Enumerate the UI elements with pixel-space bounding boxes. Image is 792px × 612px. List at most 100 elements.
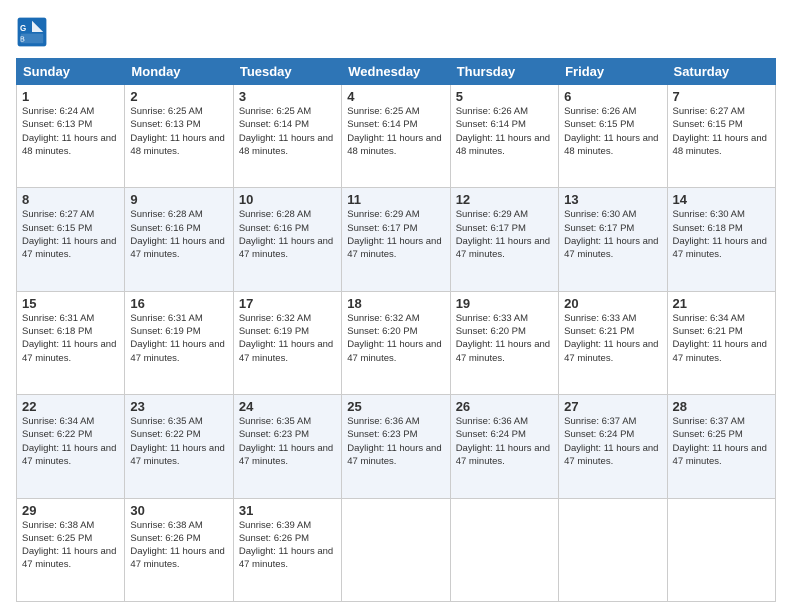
sunset-label: Sunset: 6:22 PM: [22, 429, 92, 440]
day-info: Sunrise: 6:35 AM Sunset: 6:23 PM Dayligh…: [239, 415, 336, 468]
daylight-label: Daylight: 11 hours and 47 minutes.: [456, 443, 550, 467]
calendar-cell: 25 Sunrise: 6:36 AM Sunset: 6:23 PM Dayl…: [342, 395, 450, 498]
day-info: Sunrise: 6:35 AM Sunset: 6:22 PM Dayligh…: [130, 415, 227, 468]
day-info: Sunrise: 6:27 AM Sunset: 6:15 PM Dayligh…: [22, 208, 119, 261]
calendar-cell: [450, 498, 558, 601]
day-number: 29: [22, 503, 119, 518]
calendar-cell: 24 Sunrise: 6:35 AM Sunset: 6:23 PM Dayl…: [233, 395, 341, 498]
day-number: 15: [22, 296, 119, 311]
sunrise-label: Sunrise: 6:30 AM: [673, 209, 745, 220]
day-number: 8: [22, 192, 119, 207]
calendar-cell: 9 Sunrise: 6:28 AM Sunset: 6:16 PM Dayli…: [125, 188, 233, 291]
sunrise-label: Sunrise: 6:26 AM: [564, 106, 636, 117]
weekday-header-thursday: Thursday: [450, 59, 558, 85]
daylight-label: Daylight: 11 hours and 47 minutes.: [239, 339, 333, 363]
calendar-cell: [667, 498, 775, 601]
logo: G B: [16, 16, 52, 48]
day-number: 11: [347, 192, 444, 207]
weekday-header-saturday: Saturday: [667, 59, 775, 85]
daylight-label: Daylight: 11 hours and 48 minutes.: [130, 133, 224, 157]
day-number: 20: [564, 296, 661, 311]
calendar-cell: 8 Sunrise: 6:27 AM Sunset: 6:15 PM Dayli…: [17, 188, 125, 291]
sunrise-label: Sunrise: 6:34 AM: [673, 313, 745, 324]
daylight-label: Daylight: 11 hours and 47 minutes.: [130, 546, 224, 570]
day-number: 28: [673, 399, 770, 414]
daylight-label: Daylight: 11 hours and 48 minutes.: [239, 133, 333, 157]
sunrise-label: Sunrise: 6:30 AM: [564, 209, 636, 220]
daylight-label: Daylight: 11 hours and 48 minutes.: [456, 133, 550, 157]
daylight-label: Daylight: 11 hours and 47 minutes.: [239, 236, 333, 260]
day-info: Sunrise: 6:28 AM Sunset: 6:16 PM Dayligh…: [239, 208, 336, 261]
calendar-cell: 23 Sunrise: 6:35 AM Sunset: 6:22 PM Dayl…: [125, 395, 233, 498]
day-info: Sunrise: 6:26 AM Sunset: 6:15 PM Dayligh…: [564, 105, 661, 158]
sunset-label: Sunset: 6:17 PM: [456, 223, 526, 234]
calendar-cell: 30 Sunrise: 6:38 AM Sunset: 6:26 PM Dayl…: [125, 498, 233, 601]
sunset-label: Sunset: 6:22 PM: [130, 429, 200, 440]
sunrise-label: Sunrise: 6:25 AM: [130, 106, 202, 117]
calendar-cell: 17 Sunrise: 6:32 AM Sunset: 6:19 PM Dayl…: [233, 291, 341, 394]
sunset-label: Sunset: 6:16 PM: [239, 223, 309, 234]
sunset-label: Sunset: 6:25 PM: [673, 429, 743, 440]
calendar-cell: 27 Sunrise: 6:37 AM Sunset: 6:24 PM Dayl…: [559, 395, 667, 498]
calendar-table: SundayMondayTuesdayWednesdayThursdayFrid…: [16, 58, 776, 602]
sunrise-label: Sunrise: 6:24 AM: [22, 106, 94, 117]
weekday-header-row: SundayMondayTuesdayWednesdayThursdayFrid…: [17, 59, 776, 85]
day-info: Sunrise: 6:34 AM Sunset: 6:22 PM Dayligh…: [22, 415, 119, 468]
day-info: Sunrise: 6:29 AM Sunset: 6:17 PM Dayligh…: [347, 208, 444, 261]
calendar-cell: 29 Sunrise: 6:38 AM Sunset: 6:25 PM Dayl…: [17, 498, 125, 601]
daylight-label: Daylight: 11 hours and 48 minutes.: [673, 133, 767, 157]
calendar-cell: 10 Sunrise: 6:28 AM Sunset: 6:16 PM Dayl…: [233, 188, 341, 291]
sunset-label: Sunset: 6:20 PM: [456, 326, 526, 337]
day-info: Sunrise: 6:27 AM Sunset: 6:15 PM Dayligh…: [673, 105, 770, 158]
sunrise-label: Sunrise: 6:35 AM: [239, 416, 311, 427]
daylight-label: Daylight: 11 hours and 47 minutes.: [22, 546, 116, 570]
daylight-label: Daylight: 11 hours and 47 minutes.: [673, 443, 767, 467]
page: G B SundayMondayTuesdayWednesdayThursday…: [0, 0, 792, 612]
calendar-cell: 4 Sunrise: 6:25 AM Sunset: 6:14 PM Dayli…: [342, 85, 450, 188]
header: G B: [16, 16, 776, 48]
day-info: Sunrise: 6:38 AM Sunset: 6:26 PM Dayligh…: [130, 519, 227, 572]
sunrise-label: Sunrise: 6:32 AM: [347, 313, 419, 324]
sunset-label: Sunset: 6:25 PM: [22, 533, 92, 544]
sunrise-label: Sunrise: 6:37 AM: [564, 416, 636, 427]
daylight-label: Daylight: 11 hours and 47 minutes.: [239, 443, 333, 467]
day-number: 5: [456, 89, 553, 104]
daylight-label: Daylight: 11 hours and 47 minutes.: [130, 339, 224, 363]
sunrise-label: Sunrise: 6:32 AM: [239, 313, 311, 324]
day-number: 4: [347, 89, 444, 104]
daylight-label: Daylight: 11 hours and 47 minutes.: [673, 236, 767, 260]
day-info: Sunrise: 6:26 AM Sunset: 6:14 PM Dayligh…: [456, 105, 553, 158]
day-info: Sunrise: 6:30 AM Sunset: 6:17 PM Dayligh…: [564, 208, 661, 261]
sunset-label: Sunset: 6:23 PM: [347, 429, 417, 440]
calendar-cell: 2 Sunrise: 6:25 AM Sunset: 6:13 PM Dayli…: [125, 85, 233, 188]
calendar-cell: [559, 498, 667, 601]
day-info: Sunrise: 6:34 AM Sunset: 6:21 PM Dayligh…: [673, 312, 770, 365]
sunrise-label: Sunrise: 6:29 AM: [347, 209, 419, 220]
calendar-cell: 18 Sunrise: 6:32 AM Sunset: 6:20 PM Dayl…: [342, 291, 450, 394]
sunset-label: Sunset: 6:19 PM: [130, 326, 200, 337]
day-info: Sunrise: 6:24 AM Sunset: 6:13 PM Dayligh…: [22, 105, 119, 158]
day-number: 2: [130, 89, 227, 104]
daylight-label: Daylight: 11 hours and 47 minutes.: [673, 339, 767, 363]
daylight-label: Daylight: 11 hours and 47 minutes.: [456, 339, 550, 363]
daylight-label: Daylight: 11 hours and 47 minutes.: [22, 339, 116, 363]
calendar-cell: 5 Sunrise: 6:26 AM Sunset: 6:14 PM Dayli…: [450, 85, 558, 188]
weekday-header-sunday: Sunday: [17, 59, 125, 85]
sunrise-label: Sunrise: 6:38 AM: [130, 520, 202, 531]
day-number: 12: [456, 192, 553, 207]
daylight-label: Daylight: 11 hours and 47 minutes.: [564, 236, 658, 260]
calendar-cell: 14 Sunrise: 6:30 AM Sunset: 6:18 PM Dayl…: [667, 188, 775, 291]
day-number: 6: [564, 89, 661, 104]
week-row-4: 22 Sunrise: 6:34 AM Sunset: 6:22 PM Dayl…: [17, 395, 776, 498]
calendar-cell: 13 Sunrise: 6:30 AM Sunset: 6:17 PM Dayl…: [559, 188, 667, 291]
day-number: 27: [564, 399, 661, 414]
day-info: Sunrise: 6:28 AM Sunset: 6:16 PM Dayligh…: [130, 208, 227, 261]
sunset-label: Sunset: 6:21 PM: [564, 326, 634, 337]
day-number: 18: [347, 296, 444, 311]
day-number: 1: [22, 89, 119, 104]
sunrise-label: Sunrise: 6:26 AM: [456, 106, 528, 117]
calendar-cell: 31 Sunrise: 6:39 AM Sunset: 6:26 PM Dayl…: [233, 498, 341, 601]
calendar-cell: 7 Sunrise: 6:27 AM Sunset: 6:15 PM Dayli…: [667, 85, 775, 188]
day-number: 19: [456, 296, 553, 311]
sunset-label: Sunset: 6:15 PM: [22, 223, 92, 234]
